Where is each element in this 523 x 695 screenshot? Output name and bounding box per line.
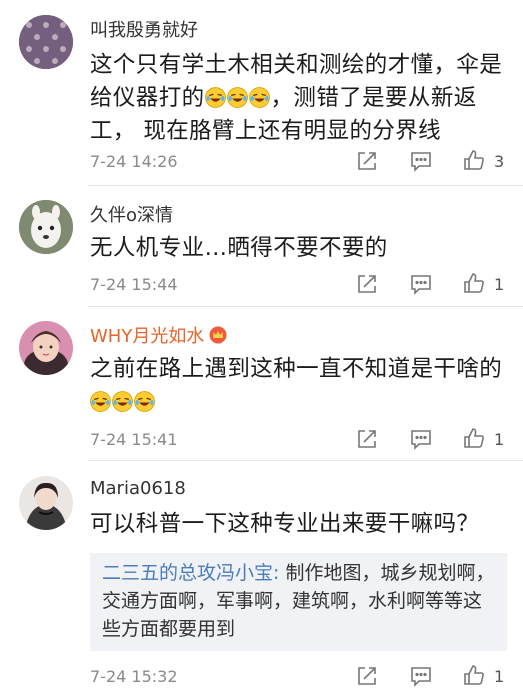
laughing-crying-emoji <box>204 85 227 111</box>
comment-text: 之前在路上遇到这种一直不知道是干啥的 <box>90 353 505 419</box>
comment-icon[interactable] <box>410 273 432 295</box>
timestamp: 7-24 14:26 <box>90 152 178 171</box>
avatar[interactable] <box>19 15 73 69</box>
avatar[interactable] <box>19 476 73 530</box>
comment-text: 可以科普一下这种专业出来要干嘛吗？ <box>90 511 480 537</box>
thumbs-up-icon[interactable] <box>463 272 485 294</box>
username[interactable]: WHY月光如水 <box>90 322 228 349</box>
share-icon[interactable] <box>356 665 378 687</box>
thumbs-up-icon[interactable] <box>463 427 485 449</box>
username[interactable]: 久伴o深情 <box>90 201 173 227</box>
comment-item: 叫我殷勇就好 这个只有学土木相关和测绘的才懂，伞是给仪器打的 ，测错了是要从新返工… <box>0 0 523 185</box>
thumbs-up-icon[interactable] <box>463 149 485 171</box>
like-count: 3 <box>494 152 505 171</box>
laughing-crying-emoji <box>134 389 156 415</box>
comment-text: 这个只有学土木相关和测绘的才懂，伞是给仪器打的 ，测错了是要从新返工， 现在胳臂上… <box>90 49 505 148</box>
comment-icon[interactable] <box>410 150 432 172</box>
laughing-crying-emoji <box>112 389 134 415</box>
laughing-crying-emoji <box>90 389 112 415</box>
avatar[interactable] <box>19 200 73 254</box>
laughing-crying-emoji <box>226 85 249 111</box>
share-icon[interactable] <box>356 150 378 172</box>
like-count: 1 <box>494 667 505 686</box>
timestamp: 7-24 15:41 <box>90 430 178 449</box>
username[interactable]: Maria0618 <box>90 478 186 499</box>
comment-icon[interactable] <box>410 665 432 687</box>
share-icon[interactable] <box>356 428 378 450</box>
comment-item: WHY月光如水 之前在路上遇到这种一直不知道是干啥的 7-24 15:41 1 <box>0 307 523 460</box>
timestamp: 7-24 15:32 <box>90 667 178 686</box>
avatar[interactable] <box>19 321 73 375</box>
comment-item: Maria0618 可以科普一下这种专业出来要干嘛吗？ 二三五的总攻冯小宝: 制… <box>0 461 523 695</box>
thumbs-up-icon[interactable] <box>463 664 485 686</box>
reply-username[interactable]: 二三五的总攻冯小宝: <box>102 562 279 584</box>
comment-icon[interactable] <box>410 428 432 450</box>
crown-badge-icon <box>208 326 228 349</box>
laughing-crying-emoji <box>248 85 271 111</box>
comment-item: 久伴o深情 无人机专业…晒得不要不要的 7-24 15:44 1 <box>0 186 523 306</box>
username[interactable]: 叫我殷勇就好 <box>90 16 198 42</box>
comment-text-part: 之前在路上遇到这种一直不知道是干啥的 <box>90 356 503 382</box>
username-label: WHY月光如水 <box>90 326 205 347</box>
timestamp: 7-24 15:44 <box>90 275 178 294</box>
like-count: 1 <box>494 275 505 294</box>
like-count: 1 <box>494 430 505 449</box>
share-icon[interactable] <box>356 273 378 295</box>
comment-text: 无人机专业…晒得不要不要的 <box>90 235 388 261</box>
reply-box[interactable]: 二三五的总攻冯小宝: 制作地图，城乡规划啊，交通方面啊，军事啊，建筑啊，水利啊等… <box>90 553 507 651</box>
